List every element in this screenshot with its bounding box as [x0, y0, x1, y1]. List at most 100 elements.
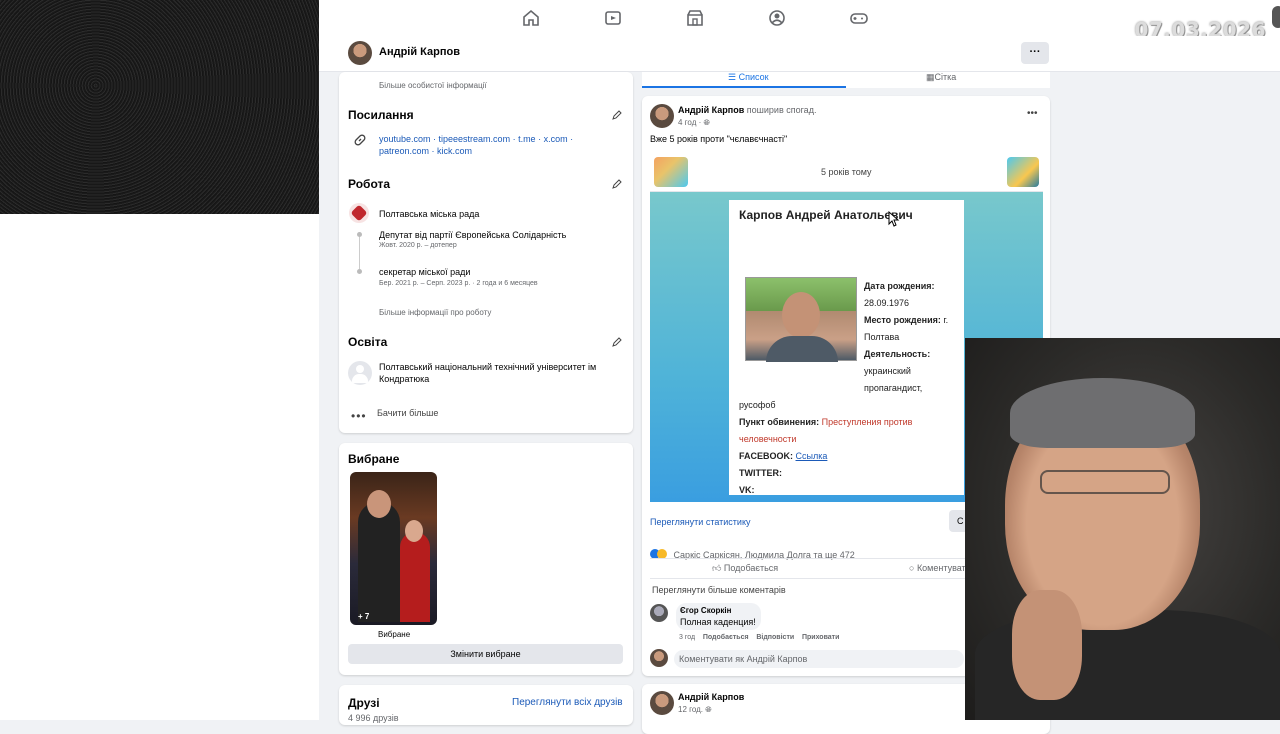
- doc-dob-label: Дата рождения:: [864, 281, 935, 291]
- work-org[interactable]: Полтавська міська рада: [379, 209, 479, 219]
- work-position-dates: Бер. 2021 р. – Серп. 2023 р. · 2 года и …: [379, 280, 538, 287]
- edit-pencil-icon[interactable]: [612, 179, 622, 189]
- change-favorites-button[interactable]: Змінити вибране: [348, 644, 623, 664]
- more-work-info-link[interactable]: Більше інформації про роботу: [379, 308, 491, 317]
- list-icon: ☰: [728, 72, 739, 82]
- video-icon[interactable]: [603, 9, 623, 27]
- tab-grid[interactable]: ▦Сітка: [926, 72, 956, 83]
- timeline-dot: [357, 269, 362, 274]
- education-school[interactable]: Полтавський національний технічний уніве…: [379, 361, 614, 385]
- timeline-dot: [357, 232, 362, 237]
- doc-charge: Преступления против: [821, 417, 913, 427]
- doc-name: Карпов Андрей Анатольевич: [739, 208, 913, 222]
- edit-pencil-icon[interactable]: [612, 337, 622, 347]
- avatar[interactable]: [650, 649, 668, 667]
- post-time: 4 год · 🌐︎: [678, 118, 710, 127]
- see-more-link[interactable]: Бачити більше: [377, 408, 438, 418]
- post-author[interactable]: Андрій Карпов: [678, 105, 744, 115]
- more-comments-link[interactable]: Переглянути більше коментарів: [652, 585, 786, 595]
- links-line-2: patreon.com · kick.com: [379, 146, 473, 156]
- comment-bubble-icon: ○: [909, 563, 917, 573]
- links-heading: Посилання: [348, 108, 414, 122]
- profile-header-bar: Андрій Карпов ···: [319, 36, 1280, 72]
- favorites-heading: Вибране: [348, 452, 400, 466]
- doc-pob-label: Место рождения:: [864, 315, 941, 325]
- doc-charge-label: Пункт обвинения:: [739, 417, 820, 427]
- memory-label: 5 років тому: [821, 167, 872, 177]
- photo-person: [358, 502, 400, 622]
- thumbs-up-icon: 👍︎: [712, 563, 724, 573]
- favorites-photo[interactable]: + 7: [350, 472, 437, 625]
- link-patreon[interactable]: patreon.com: [379, 146, 429, 156]
- comment-like-link[interactable]: Подобається: [703, 634, 749, 641]
- groups-icon[interactable]: [767, 9, 787, 27]
- photo-face: [405, 520, 423, 542]
- about-card: Більше особистої інформації Посилання yo…: [339, 72, 633, 433]
- reactions-summary[interactable]: Саркіс Саркісян, Людмила Долга та ще 472: [650, 545, 855, 563]
- comment-reply-link[interactable]: Відповісти: [756, 634, 794, 641]
- tab-list[interactable]: ☰ Список: [728, 72, 769, 83]
- doc-pob: г.: [943, 315, 949, 325]
- webcam-person-hair: [1010, 378, 1195, 448]
- friends-count: 4 996 друзів: [348, 713, 399, 723]
- links-line-1: youtube.com · tipeeestream.com · t.me · …: [379, 134, 574, 144]
- doc-dob: 28.09.1976: [864, 298, 910, 308]
- post-time: 12 год. 🌐︎: [678, 705, 712, 714]
- link-kick[interactable]: kick.com: [437, 146, 472, 156]
- comment-button[interactable]: ○ Коментувати: [909, 563, 965, 573]
- doc-twitter-label: TWITTER:: [739, 468, 782, 478]
- friends-heading: Друзі: [348, 696, 380, 710]
- more-options-button[interactable]: ···: [1021, 42, 1049, 64]
- comment-hide-link[interactable]: Приховати: [802, 634, 839, 641]
- photo-face: [782, 292, 820, 338]
- school-avatar-icon: [348, 361, 372, 385]
- post-text: Вже 5 років проти "чєлавєчнасті": [650, 134, 788, 144]
- link-telegram[interactable]: t.me: [518, 134, 536, 144]
- link-tipeeestream[interactable]: tipeeestream.com: [439, 134, 511, 144]
- doc-details: русофоб Пункт обвинения: Преступления пр…: [739, 397, 912, 499]
- doc-charge: человечности: [739, 434, 797, 444]
- menu-icon[interactable]: [1272, 6, 1280, 28]
- link-x[interactable]: x.com: [544, 134, 568, 144]
- doc-activity: украинский: [864, 366, 911, 376]
- link-youtube[interactable]: youtube.com: [379, 134, 431, 144]
- doc-facebook-label: FACEBOOK:: [739, 451, 793, 461]
- see-all-friends-link[interactable]: Переглянути всіх друзів: [512, 697, 623, 708]
- comment-actions: 3 год Подобається Відповісти Приховати: [679, 634, 839, 641]
- photo-face: [367, 490, 391, 518]
- favorites-count-badge: + 7: [358, 612, 370, 621]
- grid-icon: ▦: [926, 72, 935, 82]
- comment-author[interactable]: Єгор Скоркін: [680, 606, 731, 615]
- avatar[interactable]: [348, 41, 372, 65]
- memory-sticker-icon: [1007, 157, 1039, 187]
- marketplace-icon[interactable]: [685, 9, 705, 27]
- work-position-title: секретар міської ради: [379, 267, 471, 277]
- webcam-glasses: [1040, 470, 1170, 494]
- city-council-logo-icon: [349, 203, 369, 223]
- mouse-cursor-icon: [888, 211, 900, 227]
- doc-pob-city: Полтава: [864, 332, 900, 342]
- doc-facebook-link[interactable]: Ссылка: [796, 451, 828, 461]
- edit-pencil-icon[interactable]: [612, 110, 622, 120]
- avatar[interactable]: [650, 691, 674, 715]
- post-author[interactable]: Андрій Карпов: [678, 692, 744, 702]
- work-heading: Робота: [348, 177, 391, 191]
- link-icon: [354, 134, 366, 146]
- doc-activity-label: Деятельность:: [864, 349, 931, 359]
- avatar[interactable]: [650, 604, 668, 622]
- profile-name[interactable]: Андрій Карпов: [379, 46, 460, 58]
- avatar[interactable]: [650, 104, 674, 128]
- home-icon[interactable]: [521, 9, 541, 27]
- photo-person: [400, 532, 430, 622]
- like-button[interactable]: 👍︎ Подобається: [712, 563, 778, 574]
- divider: [650, 558, 965, 559]
- post-more-options-icon[interactable]: •••: [1027, 108, 1038, 119]
- more-personal-info-link[interactable]: Більше особистої інформації: [379, 81, 487, 90]
- globe-icon: 🌐︎: [705, 705, 712, 714]
- active-tab-indicator: [642, 86, 846, 88]
- view-statistics-link[interactable]: Переглянути статистику: [650, 517, 750, 527]
- gaming-icon[interactable]: [849, 9, 869, 27]
- doc-activity: пропагандист,: [864, 383, 923, 393]
- doc-vk-label: VK:: [739, 485, 755, 495]
- comment-input[interactable]: Коментувати як Андрій Карпов: [674, 650, 964, 668]
